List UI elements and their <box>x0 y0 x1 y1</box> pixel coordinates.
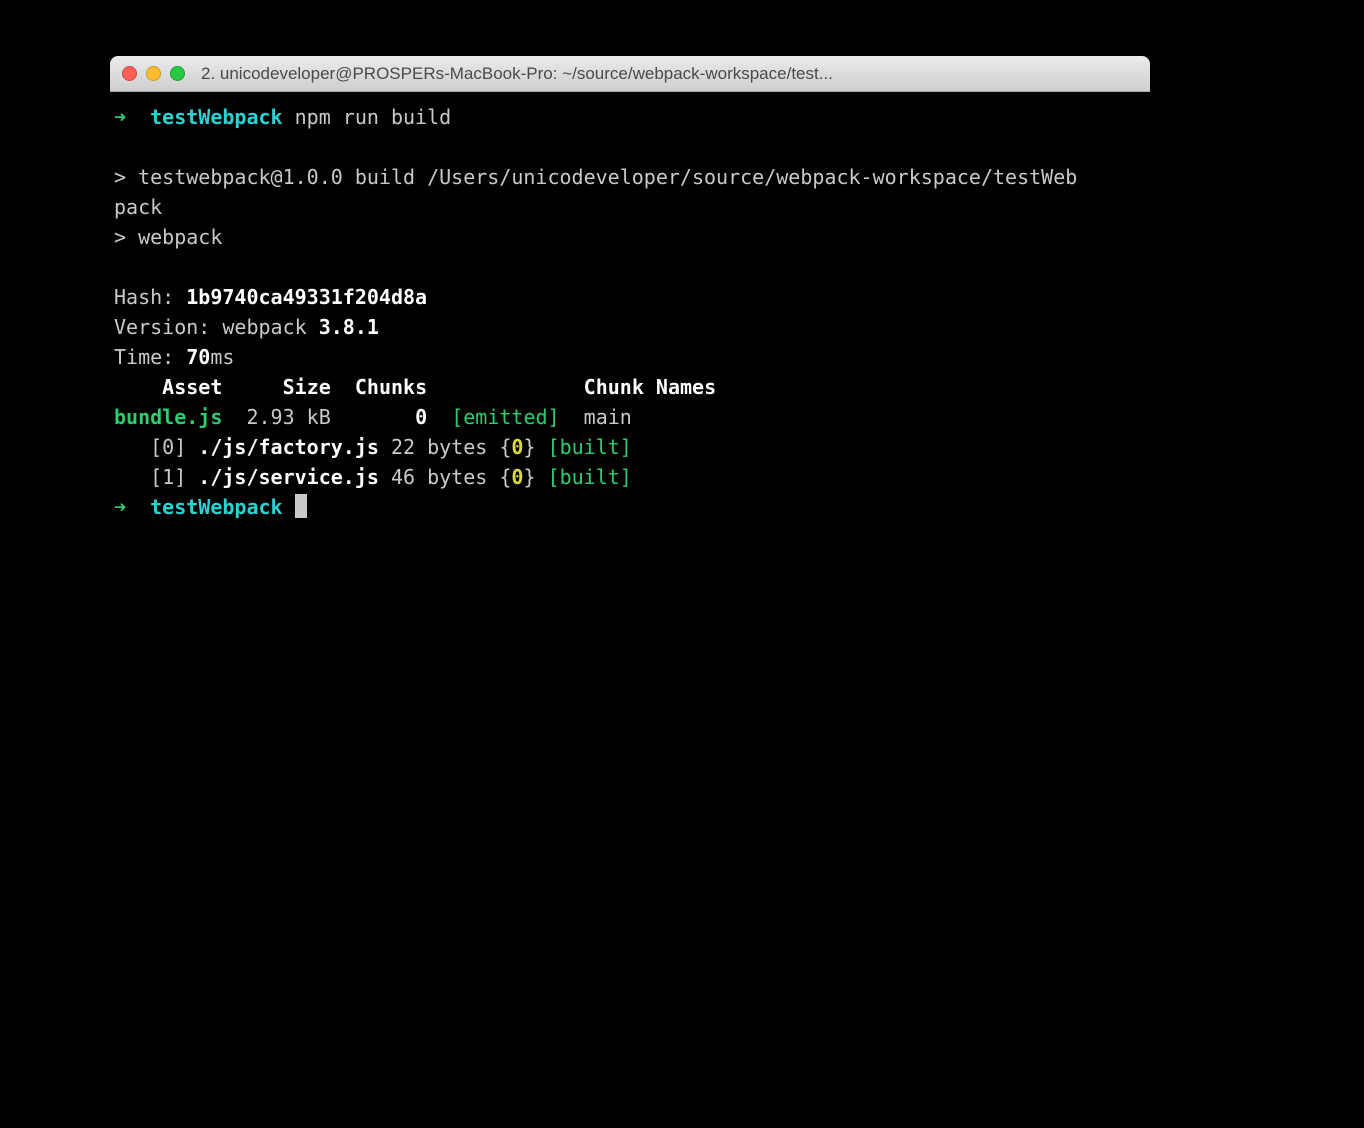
brace-open: { <box>499 435 511 459</box>
asset-size: 2.93 kB <box>246 405 330 429</box>
traffic-lights <box>122 66 185 81</box>
module-chunk: 0 <box>511 435 523 459</box>
module-chunk: 0 <box>511 465 523 489</box>
asset-chunk-id: 0 <box>415 405 427 429</box>
col-asset: Asset <box>162 375 222 399</box>
time-label: Time: <box>114 345 186 369</box>
npm-script-line: > testwebpack@1.0.0 build /Users/unicode… <box>114 165 1077 189</box>
col-size: Size <box>283 375 331 399</box>
module-path: ./js/service.js <box>198 465 379 489</box>
hash-value: 1b9740ca49331f204d8a <box>186 285 427 309</box>
asset-chunk-name: main <box>584 405 632 429</box>
command-text: npm run build <box>295 105 452 129</box>
cursor-icon <box>295 494 307 518</box>
module-index: [0] <box>150 435 186 459</box>
brace-close: } <box>523 435 535 459</box>
module-path: ./js/factory.js <box>198 435 379 459</box>
npm-script-line-wrap: pack <box>114 195 162 219</box>
version-value: 3.8.1 <box>319 315 379 339</box>
module-status: [built] <box>548 435 632 459</box>
brace-close: } <box>523 465 535 489</box>
version-label: Version: webpack <box>114 315 319 339</box>
module-status: [built] <box>548 465 632 489</box>
terminal-body[interactable]: ➜ testWebpack npm run build > testwebpac… <box>110 92 1150 526</box>
window-title: 2. unicodeveloper@PROSPERs-MacBook-Pro: … <box>195 64 1138 84</box>
module-index: [1] <box>150 465 186 489</box>
terminal-window: 2. unicodeveloper@PROSPERs-MacBook-Pro: … <box>110 56 1150 996</box>
window-titlebar: 2. unicodeveloper@PROSPERs-MacBook-Pro: … <box>110 56 1150 92</box>
brace-open: { <box>499 465 511 489</box>
module-size: 46 bytes <box>391 465 487 489</box>
time-value: 70 <box>186 345 210 369</box>
close-icon[interactable] <box>122 66 137 81</box>
prompt-cwd: testWebpack <box>150 495 282 519</box>
minimize-icon[interactable] <box>146 66 161 81</box>
asset-status: [emitted] <box>451 405 559 429</box>
prompt-cwd: testWebpack <box>150 105 282 129</box>
module-size: 22 bytes <box>391 435 487 459</box>
prompt-arrow-icon: ➜ <box>114 495 126 519</box>
col-chunk-names: Chunk Names <box>584 375 716 399</box>
asset-name: bundle.js <box>114 405 222 429</box>
time-unit: ms <box>210 345 234 369</box>
hash-label: Hash: <box>114 285 186 309</box>
prompt-arrow-icon: ➜ <box>114 105 126 129</box>
npm-webpack-line: > webpack <box>114 225 222 249</box>
col-chunks: Chunks <box>355 375 427 399</box>
zoom-icon[interactable] <box>170 66 185 81</box>
